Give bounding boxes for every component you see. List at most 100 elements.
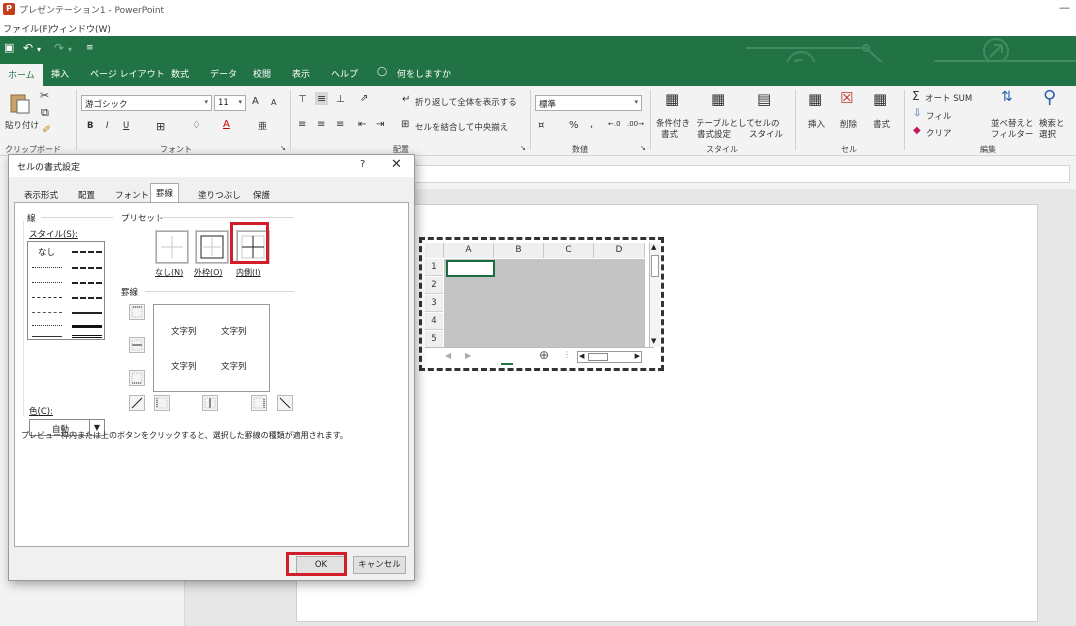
font-size-select[interactable]: 11 ▾ — [214, 95, 246, 111]
row-header-2[interactable]: 2 — [425, 277, 443, 294]
align-middle-icon[interactable]: ≡ — [315, 92, 329, 105]
column-header-a[interactable]: A — [444, 243, 494, 258]
save-icon[interactable]: ▣ — [4, 41, 14, 54]
row-header-3[interactable]: 3 — [425, 295, 443, 312]
tab-review[interactable]: 校閲 — [253, 67, 271, 80]
border-diagonal-up-button[interactable] — [129, 395, 145, 411]
border-inside-horizontal-button[interactable] — [129, 337, 145, 353]
scroll-right-icon[interactable]: ▶ — [635, 352, 640, 360]
tab-fill[interactable]: 塗りつぶし — [192, 185, 247, 202]
cut-icon[interactable]: ✂ — [40, 89, 49, 102]
row-header-5[interactable]: 5 — [425, 331, 443, 348]
scroll-up-icon[interactable]: ▲ — [651, 243, 656, 251]
phonetic-icon[interactable]: 亜 — [258, 119, 267, 132]
embedded-worksheet[interactable]: A B C D 1 2 3 4 5 ▲ ▼ ◀ ▶ ⊕ ⋮ ◀ ▶ — [419, 237, 664, 371]
border-preview[interactable]: 文字列 文字列 文字列 文字列 — [153, 304, 270, 392]
active-cell[interactable] — [446, 260, 495, 277]
number-dialog-launcher-icon[interactable]: ↘ — [640, 144, 646, 152]
format-painter-icon[interactable]: ✐ — [42, 123, 51, 136]
number-format-select[interactable]: 標準 ▾ — [535, 95, 642, 111]
line-style-dashdotdot[interactable] — [32, 297, 62, 298]
split-handle-icon[interactable]: ⋮ — [563, 350, 571, 359]
hscroll-thumb[interactable] — [588, 353, 608, 361]
percent-button[interactable]: % — [569, 120, 579, 131]
borders-icon[interactable]: ⊞ — [156, 120, 165, 133]
cell-styles-line2[interactable]: スタイル — [749, 128, 783, 140]
line-style-double[interactable] — [72, 335, 102, 338]
scroll-left-icon[interactable]: ◀ — [579, 352, 584, 360]
row-header-1[interactable]: 1 — [425, 259, 443, 276]
align-right-icon[interactable]: ≡ — [336, 119, 344, 130]
align-bottom-icon[interactable]: ⊥ — [336, 94, 345, 105]
paste-icon[interactable] — [8, 92, 32, 114]
autosum-button[interactable]: オート SUM — [925, 92, 972, 104]
line-style-medium-dashed[interactable] — [72, 297, 102, 299]
border-right-button[interactable] — [251, 395, 267, 411]
border-top-button[interactable] — [129, 304, 145, 320]
orientation-icon[interactable]: ⇗ — [360, 93, 368, 104]
shrink-font-button[interactable]: A — [271, 98, 276, 107]
fill-color-icon[interactable]: ♢ — [192, 120, 201, 131]
menu-file[interactable]: ファイル(F) — [3, 22, 51, 35]
line-style-list[interactable]: なし — [27, 241, 105, 340]
line-style-none[interactable]: なし — [38, 246, 55, 258]
italic-button[interactable]: I — [106, 121, 109, 131]
tab-alignment[interactable]: 配置 — [72, 185, 101, 202]
column-header-c[interactable]: C — [544, 243, 594, 258]
bold-button[interactable]: B — [87, 121, 93, 131]
line-style-medium-dashdot[interactable] — [72, 282, 102, 284]
line-style-dash[interactable] — [32, 325, 62, 326]
font-color-icon[interactable]: A — [223, 119, 230, 130]
line-style-thin[interactable] — [32, 336, 62, 337]
close-icon[interactable]: ✕ — [391, 157, 402, 172]
line-style-dashdot[interactable] — [32, 312, 62, 313]
tab-formulas[interactable]: 数式 — [171, 67, 189, 80]
conditional-format-line2[interactable]: 書式 — [661, 128, 678, 140]
tab-border[interactable]: 罫線 — [150, 183, 180, 203]
format-as-table-line2[interactable]: 書式設定 — [697, 128, 731, 140]
select-all-corner[interactable] — [425, 243, 444, 258]
line-style-dot[interactable] — [32, 282, 62, 283]
comma-button[interactable]: , — [590, 119, 593, 130]
redo-icon[interactable]: ↷ — [54, 41, 64, 55]
cancel-button[interactable]: キャンセル — [353, 556, 406, 574]
tab-page-layout[interactable]: ページ レイアウト — [90, 67, 165, 80]
copy-icon[interactable]: ⧉ — [41, 106, 49, 120]
prev-sheet-icon[interactable]: ◀ — [445, 351, 451, 360]
redo-dropdown-icon[interactable]: ▾ — [68, 45, 72, 54]
minimize-icon[interactable]: — — [1059, 1, 1070, 14]
currency-icon[interactable]: ¤ — [538, 120, 544, 131]
format-cells-button[interactable]: 書式 — [873, 118, 890, 130]
sort-filter-line2[interactable]: フィルター — [991, 128, 1033, 140]
insert-cells-button[interactable]: 挿入 — [808, 118, 825, 130]
clear-button[interactable]: クリア — [926, 127, 952, 139]
preset-outline-button[interactable] — [195, 230, 229, 264]
increase-decimal-icon[interactable]: ←.0 — [608, 120, 621, 128]
decrease-indent-icon[interactable]: ⇤ — [358, 119, 366, 130]
tab-home[interactable]: ホーム — [0, 64, 43, 86]
menu-window[interactable]: ウィンドウ(W) — [50, 22, 111, 35]
formula-input[interactable] — [410, 165, 1070, 183]
add-sheet-icon[interactable]: ⊕ — [539, 348, 549, 362]
underline-button[interactable]: U — [123, 121, 129, 131]
delete-cells-button[interactable]: 削除 — [840, 118, 857, 130]
scroll-down-icon[interactable]: ▼ — [651, 337, 656, 345]
line-style-medium[interactable] — [72, 312, 102, 314]
align-left-icon[interactable]: ≡ — [298, 119, 306, 130]
line-style-slant-dashdot[interactable] — [72, 267, 102, 269]
tab-number-format[interactable]: 表示形式 — [18, 185, 64, 202]
tab-data[interactable]: データ — [210, 67, 237, 80]
tab-insert[interactable]: 挿入 — [51, 67, 69, 80]
row-header-4[interactable]: 4 — [425, 313, 443, 330]
border-bottom-button[interactable] — [129, 370, 145, 386]
border-inside-vertical-button[interactable] — [202, 395, 218, 411]
decrease-decimal-icon[interactable]: .00→ — [627, 120, 644, 128]
tab-help[interactable]: ヘルプ — [331, 67, 358, 80]
customize-qat-icon[interactable]: ≡ — [86, 43, 94, 53]
border-diagonal-down-button[interactable] — [277, 395, 293, 411]
line-style-medium-dashdotdot[interactable] — [72, 251, 102, 253]
grow-font-button[interactable]: A — [252, 96, 259, 107]
column-header-d[interactable]: D — [594, 243, 645, 258]
undo-dropdown-icon[interactable]: ▾ — [37, 45, 41, 54]
horizontal-scrollbar[interactable]: ◀ ▶ — [577, 351, 642, 363]
